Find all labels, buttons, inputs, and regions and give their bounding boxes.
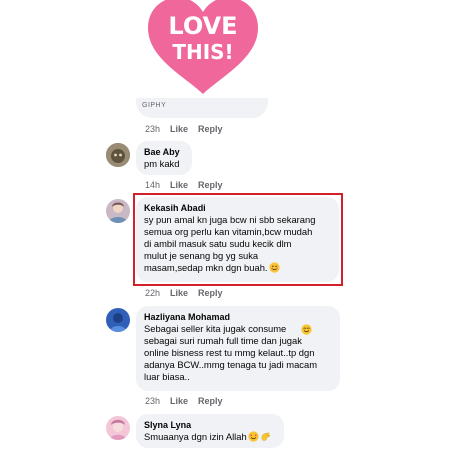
highlight-box xyxy=(133,193,343,286)
comment-meta-row: 22h Like Reply xyxy=(145,288,223,298)
gif-meta-row: 23h Like Reply xyxy=(145,124,223,134)
avatar[interactable] xyxy=(106,308,130,332)
comment-bubble: Bae Aby pm kakd xyxy=(136,141,192,175)
avatar[interactable] xyxy=(106,199,130,223)
comment-time: 22h xyxy=(145,288,161,298)
smiling-face-emoji xyxy=(301,324,312,335)
reply-button[interactable]: Reply xyxy=(198,288,223,298)
reply-button[interactable]: Reply xyxy=(198,396,223,406)
reply-button[interactable]: Reply xyxy=(198,180,223,190)
comment-author[interactable]: Hazliyana Mohamad xyxy=(144,311,332,323)
comment-text-body: Smuaanya dgn izin Allah xyxy=(144,431,247,442)
reply-button[interactable]: Reply xyxy=(198,124,223,134)
like-button[interactable]: Like xyxy=(170,288,188,298)
heart-line1-text: LOVE xyxy=(168,12,237,40)
comment-bubble: Hazliyana Mohamad Sebagai seller kita ju… xyxy=(136,306,340,391)
heart-gif-icon: LOVE THIS! xyxy=(148,0,258,94)
comment-meta-row: 14h Like Reply xyxy=(145,180,223,190)
avatar[interactable] xyxy=(106,416,130,440)
comment-bubble: Slyna Lyna Smuaanya dgn izin Allah xyxy=(136,414,284,448)
comment-text: pm kakd xyxy=(144,158,180,169)
clapping-hands-emoji xyxy=(261,432,270,441)
comment-time: 14h xyxy=(145,180,161,190)
like-button[interactable]: Like xyxy=(170,180,188,190)
comment-author[interactable]: Bae Aby xyxy=(144,146,184,158)
comment-text: Smuaanya dgn izin Allah xyxy=(144,431,276,443)
like-button[interactable]: Like xyxy=(170,124,188,134)
avatar[interactable] xyxy=(106,143,130,167)
comment-thread: LOVE THIS! GIPHY 23h Like Reply Bae Aby … xyxy=(0,0,449,449)
giphy-source-label: GIPHY xyxy=(142,102,167,109)
comment-time: 23h xyxy=(145,124,161,134)
gif-attachment[interactable]: LOVE THIS! GIPHY xyxy=(136,0,268,118)
comment-time: 23h xyxy=(145,396,161,406)
gif-image-area: LOVE THIS! xyxy=(136,0,268,98)
comment-meta-row: 23h Like Reply xyxy=(145,396,223,406)
like-button[interactable]: Like xyxy=(170,396,188,406)
heart-line2-text: THIS! xyxy=(172,40,233,64)
comment-text-body: Sebagai seller kita jugak consume sebaga… xyxy=(144,323,317,382)
comment-author[interactable]: Slyna Lyna xyxy=(144,419,276,431)
smiling-face-with-hearts-emoji xyxy=(248,431,259,442)
